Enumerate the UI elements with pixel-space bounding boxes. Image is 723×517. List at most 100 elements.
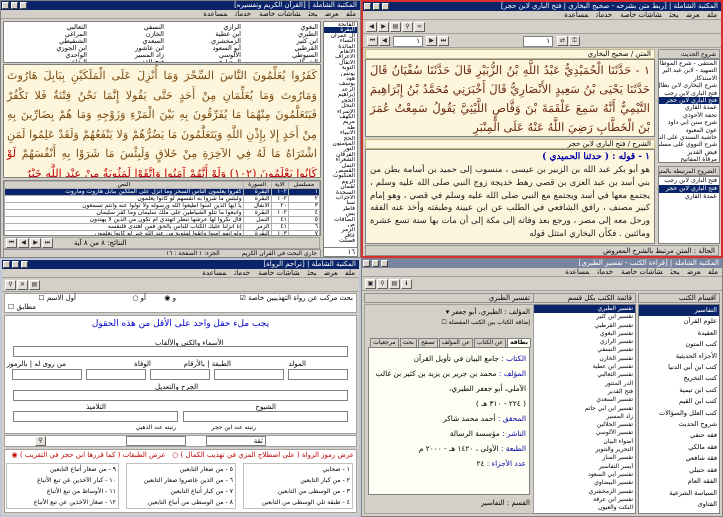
book-item[interactable]: تفسير ابن أبي حاتم — [533, 405, 635, 413]
book-item[interactable]: تفسير الخازن — [533, 355, 635, 363]
table-row[interactable]: ٣ ٢٠ الأنفال يا أيها الذين آمنوا أطيعوا الل… — [4, 202, 320, 210]
tabaqa-item[interactable]: ١٠ - كبار الآخذين عن تبع الأتباع — [7, 475, 118, 486]
menu-file[interactable]: ملف — [346, 10, 356, 18]
sharh-book-item[interactable]: الاستذكار — [659, 75, 719, 82]
category-item[interactable]: كتب ابن تيمية — [639, 385, 719, 396]
close-button[interactable] — [364, 3, 371, 10]
category-item[interactable]: الفتاوى — [639, 499, 719, 510]
quran-text-area[interactable]: كَفَرُوا يُعَلِّمُونَ النَّاسَ السِّحْرَ… — [3, 64, 321, 178]
maximize-button[interactable] — [373, 3, 380, 10]
maximize-button[interactable] — [11, 2, 18, 9]
sharh-book-item[interactable]: فيض القدير — [659, 149, 719, 156]
page-input[interactable]: ١٦ — [323, 247, 358, 257]
book-item[interactable]: تفسير ابن عطية — [533, 363, 635, 371]
last-page-icon[interactable]: ⏭ — [438, 36, 449, 46]
menu-search[interactable]: بحث — [670, 268, 679, 276]
book-item[interactable]: النكت والعيون — [533, 504, 635, 512]
hadith-number-input[interactable]: ١ — [393, 36, 423, 47]
tafsir-option[interactable]: البيضاوي — [167, 59, 241, 63]
matn-text-area[interactable]: ١ - حَدَّثَنَا الْحُمَيْدِيُّ عَبْدُ الل… — [365, 59, 655, 137]
search-icon[interactable]: ⚲ — [377, 279, 388, 289]
play-icon[interactable]: ▶ — [30, 238, 41, 248]
book-item[interactable]: تفسير ابن عرفة — [533, 496, 635, 504]
category-item[interactable]: العقيدة — [639, 328, 719, 339]
surah-list[interactable]: الفاتحة البقرة آل عمران النساء المائدة الأنعا… — [323, 21, 358, 251]
category-item[interactable]: فقه حنبلي — [639, 465, 719, 476]
book-item[interactable]: زاد المسير — [533, 413, 635, 421]
info-icon[interactable]: ℹ — [401, 279, 412, 289]
minimize-button[interactable] — [21, 261, 28, 268]
print-icon[interactable]: ▤ — [389, 279, 400, 289]
field-names[interactable] — [13, 346, 348, 357]
lock-icon[interactable]: ⚿ — [569, 36, 580, 46]
surah-item[interactable]: فصلت — [324, 238, 357, 243]
sharh-book-item[interactable]: التمهيد - لابن عبد البر — [659, 67, 719, 74]
categories-list[interactable]: التفاسير علوم القرآن العقيدة كتب المتون الأج… — [638, 304, 720, 514]
sharh-text-area[interactable]: ١ - قوله : ( حدثنا الحميدي ) هو أبو بكر … — [365, 149, 655, 244]
category-item[interactable]: التفاسير — [639, 305, 719, 317]
next-page-icon[interactable]: ▶ — [426, 36, 437, 46]
results-header-cell[interactable]: السورة — [242, 181, 272, 189]
menu-special[interactable]: شاشات خاصة — [621, 268, 662, 276]
menu-view[interactable]: عرض — [687, 268, 700, 276]
tabaqa-item[interactable]: ١ - صحابي — [244, 464, 352, 475]
category-item[interactable]: كتب المتون — [639, 339, 719, 350]
linked-sharh-item[interactable]: فتح البارى لابن رجب — [659, 177, 719, 185]
tabaqa-item[interactable]: ١١ - الأوساط من تبع الأتباع — [7, 486, 118, 497]
results-header-cell[interactable]: النص — [4, 181, 244, 189]
book-item[interactable]: تفسير الطبري — [533, 305, 635, 314]
book-item[interactable]: تفسير السعدي — [533, 396, 635, 404]
open-book-icon[interactable]: ▣ — [365, 279, 376, 289]
menu-help[interactable]: مساعدة — [565, 268, 589, 276]
menu-special[interactable]: شاشات خاصة — [620, 11, 661, 19]
tafsir-option[interactable]: الشوكاني — [244, 59, 318, 63]
tabaqa-item[interactable]: ٨ - من الوسطى من أتباع التابعين — [127, 497, 235, 508]
category-item[interactable]: السياسة الشرعية — [639, 488, 719, 499]
search-go-icon[interactable]: ⚲ — [35, 436, 46, 446]
book-item[interactable]: تفسير الثعالبي — [533, 371, 635, 379]
book-item[interactable]: تفسير الرازي — [533, 338, 635, 346]
books-list[interactable]: تفسير الطبري تفسير ابن كثير تفسير القرطبي ت… — [532, 304, 636, 514]
category-item[interactable]: الأجزاء الحديثية — [639, 351, 719, 362]
close-button[interactable] — [363, 260, 370, 267]
menu-services[interactable]: خدمات — [234, 269, 250, 277]
tabaqa-item[interactable]: ٢ - من كبار التابعين — [244, 475, 352, 486]
search-icon[interactable]: ⚲ — [402, 22, 413, 32]
name-start-checkbox[interactable]: أول الاسم ☐ — [38, 294, 76, 302]
tafsir-selector[interactable]: البغوي الطبري ابن كثير القرطبي السيوطي الشوكا… — [3, 21, 321, 63]
add-favorite-checkbox[interactable]: إضافة الكتاب بين الكتب المفضلة ☐ — [441, 319, 530, 326]
results-header-cell[interactable]: الآية — [270, 181, 289, 189]
tafsir-option[interactable]: البقاعي — [13, 59, 87, 63]
menu-file[interactable]: ملف — [708, 268, 718, 276]
menu-services[interactable]: خدمات — [235, 10, 251, 18]
next-result-icon[interactable]: ⏭ — [42, 238, 53, 248]
radio-or[interactable]: أو ○ — [132, 294, 146, 302]
book-item[interactable]: تفسير القرطبي — [533, 322, 635, 330]
category-item[interactable]: كتب ابن أبي الدنيا — [639, 362, 719, 373]
category-item[interactable]: كتب التخريج — [639, 373, 719, 384]
minimize-button[interactable] — [20, 2, 27, 9]
sharh-book-item[interactable]: شرح البخارى لابن بطال — [659, 82, 719, 89]
menu-help[interactable]: مساعدة — [202, 269, 226, 277]
sharh-book-item[interactable]: المنتقى - شرح الموطأ — [659, 60, 719, 67]
menu-special[interactable]: شاشات خاصة — [259, 10, 300, 18]
category-item[interactable]: كتب ابن القيم — [639, 396, 719, 407]
sharh-book-item[interactable]: فتح الباري لابن حجر — [659, 97, 719, 105]
tabaqa-item[interactable]: ٥ - من صغار التابعين — [127, 464, 235, 475]
table-row[interactable]: ١ ١٠٢ البقرة كفروا يعلمون الناس السحر وما أ… — [4, 188, 320, 196]
prev-result-icon[interactable]: ◀ — [18, 238, 29, 248]
linked-sharh-item[interactable]: فتح الباري لابن حجر — [659, 185, 719, 193]
menu-file[interactable]: ملف — [707, 11, 717, 19]
category-item[interactable]: فقه حنفي — [639, 430, 719, 441]
book-item[interactable]: تفسير المنار — [533, 454, 635, 462]
first-result-icon[interactable]: ⏮ — [6, 238, 17, 248]
table-row[interactable]: ٦ ٤١ الزمر إنا أنزلنا عليك الكتاب للناس بال… — [4, 223, 320, 231]
category-item[interactable]: فقه شافعي — [639, 453, 719, 464]
tabaqa-item[interactable]: ١٢ - صغار الآخذين عن تبع الأتباع — [7, 497, 118, 508]
search-icon[interactable]: ⚲ — [5, 280, 16, 290]
print-icon[interactable]: ▤ — [390, 22, 401, 32]
tabaqa-item[interactable]: ٧ - من كبار أتباع التابعين — [127, 486, 235, 497]
book-item[interactable]: الدر المنثور — [533, 380, 635, 388]
minimize-button[interactable] — [381, 260, 388, 267]
sharh-number-input[interactable]: ١ — [523, 36, 553, 47]
